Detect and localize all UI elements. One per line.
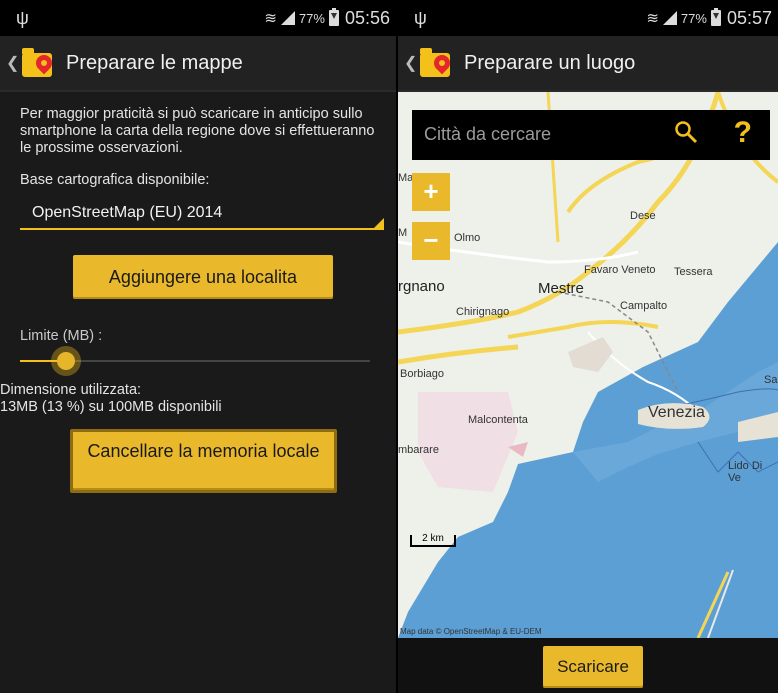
screen-prepare-place: ψ ≋ 77% 05:57 ❮ Preparare un luogo Ma M … bbox=[398, 0, 778, 693]
place-label-venezia: Venezia bbox=[648, 404, 705, 421]
place-label-m: M bbox=[398, 227, 408, 239]
place-label-sa: Sa bbox=[764, 374, 778, 386]
place-label-malcontenta: Malcontenta bbox=[468, 414, 528, 426]
signal-icon bbox=[280, 11, 295, 25]
screen-prepare-maps: ψ ≋ 77% 05:56 ❮ Preparare le mappe Per m… bbox=[0, 0, 396, 693]
base-map-dropdown[interactable]: OpenStreetMap (EU) 2014 bbox=[20, 196, 384, 230]
place-label-favaro: Favaro Veneto bbox=[584, 264, 656, 276]
battery-icon bbox=[710, 8, 721, 26]
status-time: 05:56 bbox=[344, 7, 390, 28]
place-label-lido: Lido Di Ve bbox=[728, 460, 763, 484]
clear-cache-button[interactable]: Cancellare la memoria locale bbox=[70, 429, 337, 493]
place-label-tessera: Tessera bbox=[674, 266, 713, 278]
limit-label: Limite (MB) : bbox=[20, 328, 103, 344]
base-map-label: Base cartografica disponibile: bbox=[20, 172, 210, 188]
place-label-borbiago: Borbiago bbox=[400, 368, 445, 380]
page-title: Preparare un luogo bbox=[464, 51, 636, 74]
page-title: Preparare le mappe bbox=[66, 51, 243, 74]
wifi-icon: ≋ bbox=[646, 10, 659, 27]
place-label-mbarare: mbarare bbox=[398, 444, 439, 456]
status-bar: ψ ≋ 77% 05:57 bbox=[398, 0, 778, 36]
limit-slider[interactable] bbox=[20, 346, 370, 376]
battery-percent: 77% bbox=[680, 10, 707, 26]
wifi-icon: ≋ bbox=[264, 10, 277, 27]
map-attribution: Map data © OpenStreetMap & EU-DEM bbox=[400, 627, 542, 636]
used-size-label: Dimensione utilizzata: bbox=[0, 382, 142, 398]
place-label-ma: Ma bbox=[398, 172, 414, 184]
status-bar: ψ ≋ 77% 05:56 bbox=[0, 0, 396, 36]
base-map-value: OpenStreetMap (EU) 2014 bbox=[32, 204, 223, 221]
city-search-bar: Città da cercare ? bbox=[412, 110, 770, 160]
used-size-value: 13MB (13 %) su 100MB disponibili bbox=[0, 399, 222, 415]
download-button[interactable]: Scaricare bbox=[543, 646, 643, 688]
place-label-orgnano: rgnano bbox=[398, 278, 445, 295]
usb-icon: ψ bbox=[16, 8, 29, 28]
battery-icon bbox=[328, 8, 339, 26]
map-scale: 2 km bbox=[410, 534, 456, 547]
zoom-out-button[interactable]: − bbox=[412, 222, 450, 260]
place-label-olmo: Olmo bbox=[454, 232, 481, 244]
city-search-input[interactable]: Città da cercare bbox=[424, 124, 551, 145]
map-view[interactable]: Ma go M Dese Olmo Favaro Veneto Tessera … bbox=[398, 92, 778, 638]
action-bar: ❮ Preparare le mappe bbox=[0, 36, 396, 92]
place-label-campalto: Campalto bbox=[620, 300, 668, 312]
status-time: 05:57 bbox=[726, 7, 772, 28]
app-icon[interactable] bbox=[22, 45, 58, 81]
zoom-in-button[interactable]: + bbox=[412, 173, 450, 211]
usb-icon: ψ bbox=[414, 8, 427, 28]
dropdown-corner-icon bbox=[374, 218, 384, 228]
add-location-button[interactable]: Aggiungere una localita bbox=[73, 255, 333, 299]
slider-thumb[interactable] bbox=[50, 346, 81, 376]
signal-icon bbox=[662, 11, 677, 25]
battery-percent: 77% bbox=[298, 10, 325, 26]
search-icon[interactable] bbox=[674, 120, 698, 144]
place-label-chirignago: Chirignago bbox=[456, 306, 510, 318]
back-icon[interactable]: ❮ bbox=[404, 53, 418, 73]
action-bar: ❮ Preparare un luogo bbox=[398, 36, 778, 92]
intro-text: Per maggior praticità si può scaricare i… bbox=[20, 106, 375, 156]
place-label-dese: Dese bbox=[630, 210, 656, 222]
place-label-mestre: Mestre bbox=[538, 280, 584, 297]
bottom-bar: Scaricare bbox=[398, 638, 778, 693]
help-icon[interactable]: ? bbox=[734, 116, 752, 150]
app-icon[interactable] bbox=[420, 45, 456, 81]
back-icon[interactable]: ❮ bbox=[6, 53, 20, 73]
map-graphic bbox=[398, 92, 778, 638]
used-size-text: Dimensione utilizzata: 13MB (13 %) su 10… bbox=[0, 382, 222, 416]
